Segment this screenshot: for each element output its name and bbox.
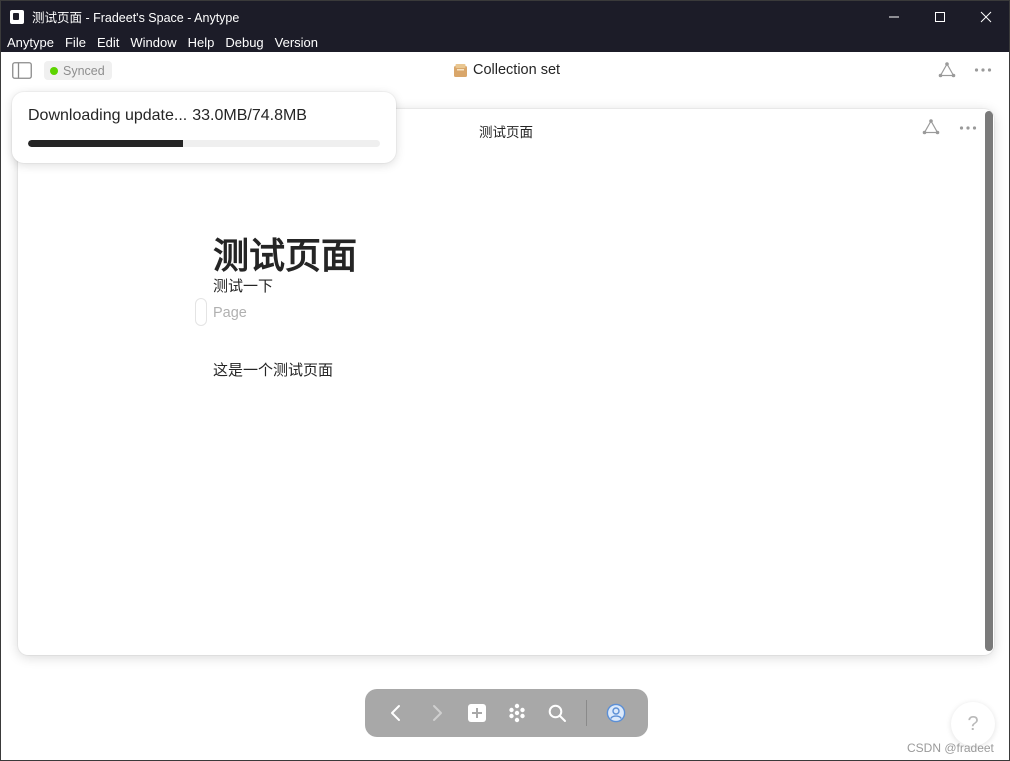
watermark: CSDN @fradeet bbox=[907, 741, 994, 755]
menu-help[interactable]: Help bbox=[188, 35, 215, 50]
forward-button[interactable] bbox=[425, 701, 449, 725]
minimize-button[interactable] bbox=[871, 1, 917, 32]
document-text-block[interactable]: 这是一个测试页面 bbox=[213, 359, 333, 380]
close-button[interactable] bbox=[963, 1, 1009, 32]
plus-icon bbox=[468, 704, 486, 722]
back-button[interactable] bbox=[384, 701, 408, 725]
more-icon bbox=[974, 68, 992, 72]
menu-anytype[interactable]: Anytype bbox=[7, 35, 54, 50]
update-progress-fill bbox=[28, 140, 184, 147]
breadcrumb[interactable]: Collection set bbox=[453, 62, 560, 78]
update-progress-toast: Downloading update... 33.0MB/74.8MB bbox=[12, 92, 396, 163]
menu-bar: Anytype File Edit Window Help Debug Vers… bbox=[1, 32, 1009, 52]
maximize-button[interactable] bbox=[917, 1, 963, 32]
sidebar-toggle-button[interactable] bbox=[12, 62, 32, 79]
graph-dots-icon bbox=[509, 703, 525, 723]
title-bar: 测试页面 - Fradeet's Space - Anytype bbox=[1, 1, 1009, 32]
update-progress-bar bbox=[28, 140, 380, 147]
page-popup: 测试页面 测试页面 测试一下 Page 这是一个测试页面 bbox=[18, 109, 994, 655]
popup-scrollbar[interactable] bbox=[985, 111, 993, 651]
add-object-button[interactable] bbox=[465, 701, 489, 725]
back-icon bbox=[391, 705, 400, 721]
collection-set-icon bbox=[454, 63, 467, 77]
menu-edit[interactable]: Edit bbox=[97, 35, 119, 50]
document-description[interactable]: 测试一下 bbox=[213, 275, 273, 296]
close-icon bbox=[980, 11, 992, 22]
minimize-icon bbox=[889, 16, 899, 17]
block-drag-handle[interactable] bbox=[195, 298, 207, 326]
bottom-navigation bbox=[365, 689, 648, 737]
menu-window[interactable]: Window bbox=[130, 35, 176, 50]
menu-debug[interactable]: Debug bbox=[225, 35, 263, 50]
sync-status-label: Synced bbox=[63, 63, 105, 78]
window-title: 测试页面 - Fradeet's Space - Anytype bbox=[32, 11, 240, 25]
maximize-icon bbox=[935, 11, 945, 22]
document-type-relation[interactable]: Page bbox=[213, 305, 247, 321]
header-graph-button[interactable] bbox=[938, 62, 956, 83]
update-status-text: Downloading update... 33.0MB/74.8MB bbox=[28, 107, 307, 125]
popup-more-button[interactable] bbox=[959, 120, 977, 141]
header-more-button[interactable] bbox=[974, 62, 992, 83]
help-button[interactable]: ? bbox=[951, 702, 995, 746]
profile-icon bbox=[606, 703, 626, 723]
anytype-logo-icon bbox=[10, 9, 24, 24]
sync-status-badge[interactable]: Synced bbox=[44, 61, 112, 80]
update-progress-text: 33.0MB/74.8MB bbox=[192, 107, 307, 124]
app-window: 测试页面 - Fradeet's Space - Anytype Anytype… bbox=[0, 0, 1010, 761]
menu-file[interactable]: File bbox=[65, 35, 86, 50]
update-label: Downloading update... bbox=[28, 107, 188, 124]
search-button[interactable] bbox=[545, 701, 569, 725]
header-toolbar: Synced Collection set bbox=[1, 52, 1009, 90]
graph-view-button[interactable] bbox=[505, 701, 529, 725]
popup-graph-button[interactable] bbox=[922, 119, 940, 140]
help-label: ? bbox=[967, 712, 979, 735]
more-icon bbox=[959, 126, 977, 130]
menu-version[interactable]: Version bbox=[275, 35, 318, 50]
sync-dot-icon bbox=[50, 66, 58, 75]
graph-icon bbox=[938, 62, 956, 78]
forward-icon bbox=[433, 705, 442, 721]
nav-divider bbox=[586, 700, 587, 726]
sidebar-icon bbox=[12, 62, 32, 79]
window-controls bbox=[871, 1, 1009, 32]
graph-icon bbox=[922, 119, 940, 135]
search-icon bbox=[548, 704, 566, 722]
profile-button[interactable] bbox=[604, 701, 628, 725]
document-title[interactable]: 测试页面 bbox=[213, 227, 357, 279]
collection-title: Collection set bbox=[473, 62, 561, 78]
